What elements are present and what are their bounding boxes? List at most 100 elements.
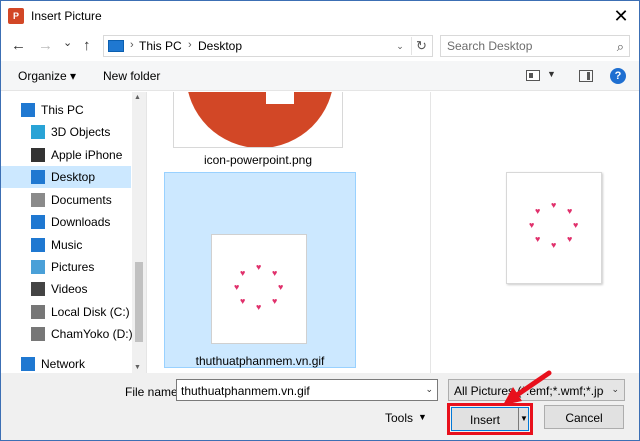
help-icon[interactable]: ? xyxy=(610,68,626,84)
gif-thumbnail: ♥ ♥ ♥ ♥ ♥ ♥ ♥ ♥ xyxy=(211,234,307,344)
file-tile-thuthuatphanmem[interactable]: ♥ ♥ ♥ ♥ ♥ ♥ ♥ ♥ thuthuatphanmem.vn.gif xyxy=(164,172,356,368)
heart-icon: ♥ xyxy=(272,296,278,306)
sidebar-item-label: Downloads xyxy=(51,215,111,229)
tools-button[interactable]: Tools xyxy=(385,411,413,425)
chevron-down-icon[interactable]: ⌄ xyxy=(611,384,619,395)
sidebar-item-network[interactable]: Network xyxy=(1,353,131,373)
network-icon xyxy=(21,357,35,371)
cancel-button[interactable]: Cancel xyxy=(544,405,624,429)
forward-arrow-icon[interactable]: → xyxy=(38,38,53,54)
back-arrow-icon[interactable]: ← xyxy=(11,38,26,54)
view-options-dropdown[interactable]: ▼ xyxy=(547,69,556,79)
close-button[interactable]: ✕ xyxy=(609,5,633,27)
heart-icon: ♥ xyxy=(573,220,579,230)
breadcrumb-this-pc[interactable]: This PC xyxy=(139,39,182,53)
sidebar-item-label: Desktop xyxy=(51,170,96,184)
navigation-pane: This PC 3D Objects Apple iPhone Desktop Docu… xyxy=(1,92,147,373)
heart-icon: ♥ xyxy=(240,268,246,278)
heart-icon: ♥ xyxy=(551,200,557,210)
insert-label[interactable]: Insert xyxy=(452,413,518,427)
insert-button[interactable]: Insert ▼ xyxy=(451,407,529,431)
hearts-ring-image: ♥ ♥ ♥ ♥ ♥ ♥ ♥ ♥ xyxy=(230,263,290,323)
hearts-ring-image: ♥ ♥ ♥ ♥ ♥ ♥ ♥ ♥ xyxy=(525,201,585,261)
sidebar-item-pictures[interactable]: Pictures xyxy=(1,256,131,278)
sidebar-item-label: Pictures xyxy=(51,260,95,274)
breadcrumb-desktop[interactable]: Desktop xyxy=(198,39,242,53)
scroll-down-icon[interactable]: ▼ xyxy=(134,364,141,371)
disk-icon xyxy=(31,327,45,341)
heart-icon: ♥ xyxy=(529,220,535,230)
heart-icon: ♥ xyxy=(256,302,262,312)
sidebar-item-desktop[interactable]: Desktop xyxy=(1,166,131,188)
videos-icon xyxy=(31,282,45,296)
heart-icon: ♥ xyxy=(240,296,246,306)
search-input[interactable] xyxy=(447,38,607,54)
file-name-label[interactable]: thuthuatphanmem.vn.gif xyxy=(165,354,355,368)
sidebar-item-label: Network xyxy=(41,357,86,371)
address-bar[interactable]: › This PC › Desktop ⌄ ↻ xyxy=(103,35,433,57)
sidebar-scrollbar[interactable]: ▲ ▼ xyxy=(132,92,146,373)
refresh-icon[interactable]: ↻ xyxy=(411,37,431,55)
preview-image: ♥ ♥ ♥ ♥ ♥ ♥ ♥ ♥ xyxy=(506,172,602,284)
sidebar-item-label: Apple iPhone xyxy=(51,148,123,162)
sidebar-item-downloads[interactable]: Downloads xyxy=(1,211,131,233)
sidebar-item-label: 3D Objects xyxy=(51,125,111,139)
phone-icon xyxy=(31,148,45,162)
file-name-field[interactable]: thuthuatphanmem.vn.gif ⌄ xyxy=(176,379,438,401)
new-folder-button[interactable]: New folder xyxy=(103,69,160,83)
search-icon[interactable]: ⌕ xyxy=(617,39,624,55)
file-list: icon-powerpoint.png ♥ ♥ ♥ ♥ ♥ ♥ ♥ ♥ thut… xyxy=(148,92,430,373)
sidebar-item-3d-objects[interactable]: 3D Objects xyxy=(1,121,131,143)
cancel-label[interactable]: Cancel xyxy=(545,411,623,425)
pc-icon xyxy=(21,103,35,117)
heart-icon: ♥ xyxy=(551,240,557,250)
tools-dropdown-icon[interactable]: ▼ xyxy=(418,412,427,422)
sidebar-item-music[interactable]: Music xyxy=(1,234,131,256)
music-icon xyxy=(31,238,45,252)
scroll-up-icon[interactable]: ▲ xyxy=(134,94,141,101)
cube-icon xyxy=(31,125,45,139)
heart-icon: ♥ xyxy=(278,282,284,292)
heart-icon: ♥ xyxy=(567,206,573,216)
up-arrow-icon[interactable]: ↑ xyxy=(83,38,91,54)
sidebar-item-chamyoko-d[interactable]: ChamYoko (D:) xyxy=(1,323,133,345)
powerpoint-logo-thumbnail xyxy=(186,92,334,147)
command-bar: Organize ▾ New folder ▼ ? xyxy=(1,61,639,91)
organize-button[interactable]: Organize ▾ xyxy=(18,69,76,83)
sidebar-item-this-pc[interactable]: This PC xyxy=(1,99,131,121)
file-type-value[interactable]: All Pictures (*.emf;*.wmf;*.jpg;* xyxy=(454,384,604,398)
desktop-icon xyxy=(31,170,45,184)
file-tile-icon-powerpoint[interactable] xyxy=(173,92,343,148)
sidebar-item-documents[interactable]: Documents xyxy=(1,189,131,211)
search-box[interactable]: ⌕ xyxy=(440,35,630,57)
sidebar-item-videos[interactable]: Videos xyxy=(1,278,131,300)
pane-divider[interactable] xyxy=(430,92,431,373)
powerpoint-icon: P xyxy=(8,8,24,24)
scrollbar-thumb[interactable] xyxy=(135,262,143,342)
dialog-footer: File name: thuthuatphanmem.vn.gif ⌄ All … xyxy=(1,373,639,440)
downloads-icon xyxy=(31,215,45,229)
file-name-label[interactable]: icon-powerpoint.png xyxy=(178,153,338,167)
preview-pane-icon[interactable] xyxy=(579,70,593,82)
insert-options-dropdown[interactable]: ▼ xyxy=(518,408,529,430)
insert-picture-dialog: P Insert Picture ✕ ← → ⌄ ↑ › This PC › D… xyxy=(0,0,640,441)
heart-icon: ♥ xyxy=(535,206,541,216)
chevron-down-icon[interactable]: ⌄ xyxy=(390,37,410,55)
file-type-filter[interactable]: All Pictures (*.emf;*.wmf;*.jpg;* ⌄ xyxy=(448,379,625,401)
change-view-icon[interactable] xyxy=(526,70,540,81)
sidebar-item-apple-iphone[interactable]: Apple iPhone xyxy=(1,144,131,166)
sidebar-item-local-disk-c[interactable]: Local Disk (C:) xyxy=(1,301,131,323)
dialog-title: Insert Picture xyxy=(31,9,102,23)
heart-icon: ♥ xyxy=(535,234,541,244)
file-name-value[interactable]: thuthuatphanmem.vn.gif xyxy=(181,384,310,398)
powerpoint-logo-detail xyxy=(266,92,294,104)
sidebar-item-label: ChamYoko (D:) xyxy=(51,327,133,341)
sidebar-item-label: Videos xyxy=(51,282,88,296)
chevron-down-icon[interactable]: ⌄ xyxy=(425,384,433,395)
preview-pane: ♥ ♥ ♥ ♥ ♥ ♥ ♥ ♥ xyxy=(446,92,639,373)
sidebar-item-label: Local Disk (C:) xyxy=(51,305,130,319)
heart-icon: ♥ xyxy=(272,268,278,278)
recent-locations-icon[interactable]: ⌄ xyxy=(63,35,72,51)
sidebar-item-label: Music xyxy=(51,238,83,252)
pc-icon xyxy=(108,40,124,52)
